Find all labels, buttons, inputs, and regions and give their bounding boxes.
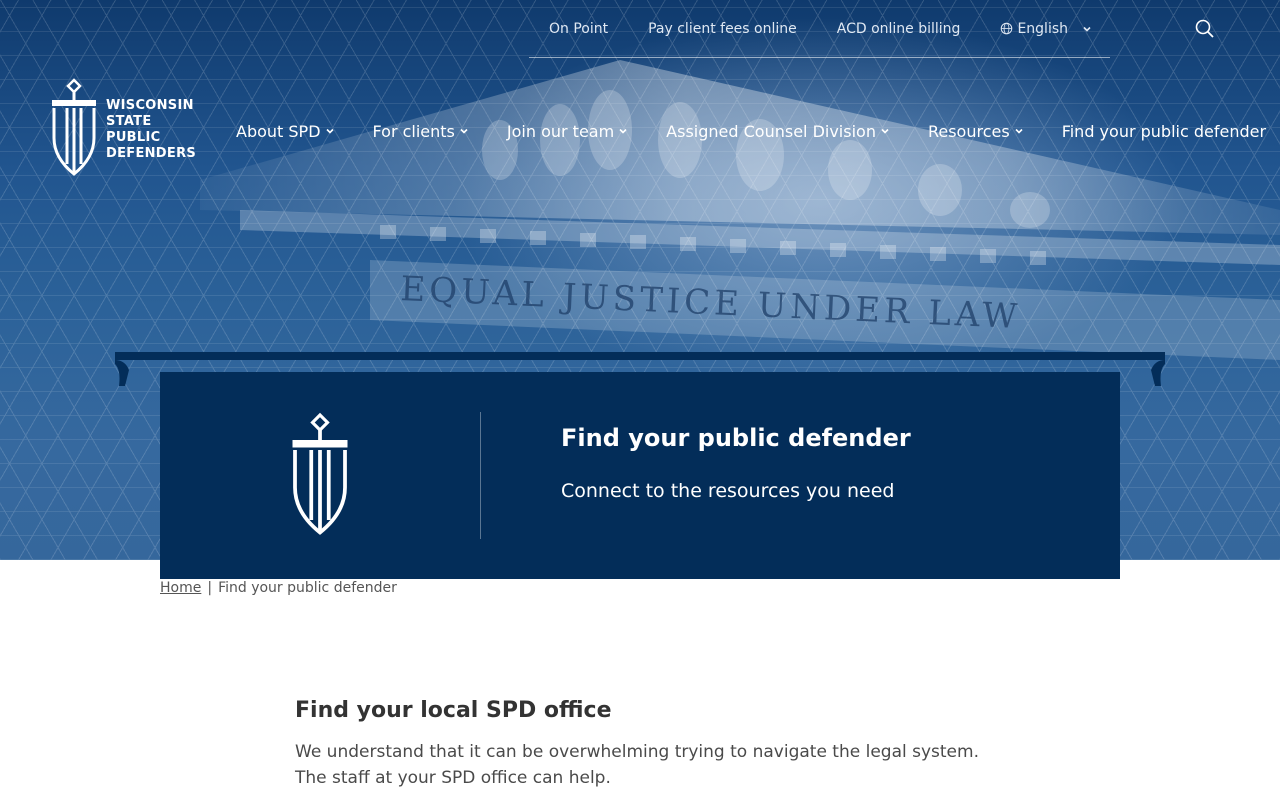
nav-item-find-defender[interactable]: Find your public defender xyxy=(1062,122,1266,141)
utility-nav: On Point Pay client fees online ACD onli… xyxy=(529,0,1110,58)
main-nav: About SPD For clients Join our team Assi… xyxy=(236,118,1266,144)
main-content: Find your local SPD office We understand… xyxy=(295,698,1015,791)
site-logo[interactable]: WISCONSIN STATE PUBLIC DEFENDERS xyxy=(50,78,205,178)
language-label: English xyxy=(1017,20,1069,37)
section-paragraph-line: The staff at your SPD office can help. xyxy=(295,768,611,788)
utility-link-on-point[interactable]: On Point xyxy=(549,21,608,37)
chevron-down-icon xyxy=(1083,26,1091,32)
chevron-down-icon xyxy=(1015,128,1023,134)
search-icon[interactable] xyxy=(1194,18,1216,40)
logo-line: WISCONSIN xyxy=(106,98,194,113)
nav-item-join-our-team[interactable]: Join our team xyxy=(507,122,628,141)
breadcrumb-separator: | xyxy=(207,580,213,596)
utility-link-acd-billing[interactable]: ACD online billing xyxy=(837,21,961,37)
page-subtitle: Connect to the resources you need xyxy=(561,480,895,502)
utility-link-pay-fees[interactable]: Pay client fees online xyxy=(648,21,797,37)
logo-line: PUBLIC xyxy=(106,130,161,145)
nav-item-resources[interactable]: Resources xyxy=(928,122,1024,141)
breadcrumb-home-link[interactable]: Home xyxy=(160,580,201,596)
section-heading: Find your local SPD office xyxy=(295,698,612,723)
breadcrumb-current: Find your public defender xyxy=(218,580,397,596)
nav-item-label: Assigned Counsel Division xyxy=(666,121,876,141)
nav-item-label: For clients xyxy=(372,121,455,141)
spd-emblem-icon xyxy=(52,78,96,176)
page-title: Find your public defender xyxy=(561,424,911,452)
chevron-down-icon xyxy=(881,128,889,134)
nav-item-assigned-counsel[interactable]: Assigned Counsel Division xyxy=(666,122,890,141)
spd-emblem-icon xyxy=(292,412,348,535)
nav-item-for-clients[interactable]: For clients xyxy=(373,122,469,141)
banner-divider xyxy=(480,412,481,539)
globe-icon xyxy=(1001,22,1013,35)
page-banner: Find your public defender Connect to the… xyxy=(160,372,1120,579)
nav-item-label: Resources xyxy=(927,121,1010,141)
logo-line: STATE xyxy=(106,114,152,129)
breadcrumb: Home | Find your public defender xyxy=(160,580,397,596)
chevron-down-icon xyxy=(325,128,334,134)
chevron-down-icon xyxy=(460,128,468,134)
nav-item-label: Find your public defender xyxy=(1061,121,1267,141)
nav-item-label: About SPD xyxy=(236,121,321,141)
logo-line: DEFENDERS xyxy=(106,146,197,161)
chevron-down-icon xyxy=(619,128,627,134)
logo-wordmark: WISCONSIN STATE PUBLIC DEFENDERS xyxy=(106,98,196,178)
nav-item-about-spd[interactable]: About SPD xyxy=(236,122,335,141)
nav-item-label: Join our team xyxy=(506,121,615,141)
language-selector[interactable]: English xyxy=(1000,21,1092,37)
section-paragraph-line: We understand that it can be overwhelmin… xyxy=(295,742,979,762)
